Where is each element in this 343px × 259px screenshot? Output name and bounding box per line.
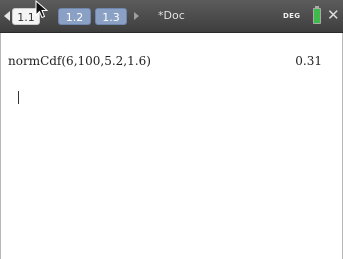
scroll-tabs-left-icon[interactable] (4, 11, 10, 21)
tab-1-2[interactable]: 1.2 (58, 8, 91, 25)
entry-result[interactable]: 0.31 (295, 54, 322, 68)
mouse-pointer-icon (35, 0, 49, 19)
calculator-app-window: 1.1 1.2 1.3 *Doc DEG ✕ normCdf(6,100,5.2… (0, 0, 343, 259)
entry-expression[interactable]: normCdf(6,100,5.2,1.6) (8, 54, 151, 68)
document-title: *Doc (158, 9, 185, 22)
angle-mode-indicator: DEG (283, 12, 301, 20)
top-toolbar: 1.1 1.2 1.3 *Doc DEG ✕ (0, 0, 343, 33)
calculator-history-area[interactable]: normCdf(6,100,5.2,1.6) 0.31 (0, 33, 343, 259)
close-icon[interactable]: ✕ (327, 6, 340, 24)
tab-1-3[interactable]: 1.3 (95, 8, 127, 25)
scroll-tabs-right-icon[interactable] (134, 12, 139, 20)
battery-icon (313, 6, 321, 24)
input-text-cursor (18, 91, 19, 104)
